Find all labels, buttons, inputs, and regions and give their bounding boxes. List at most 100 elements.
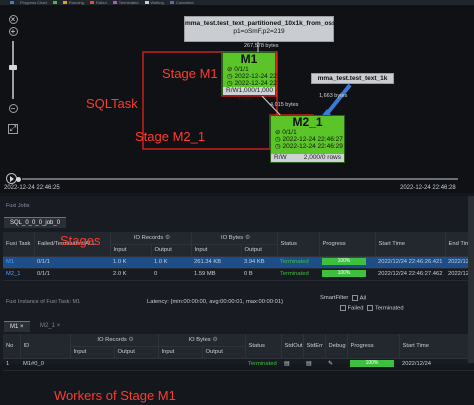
legend-item-1 (10, 1, 14, 4)
close-icon[interactable]: × (57, 323, 61, 329)
checkbox-icon[interactable] (367, 305, 374, 311)
cell-start-time: 2022/12/24 22:46:26.421 (375, 256, 445, 269)
checkbox-icon[interactable] (340, 305, 346, 311)
table-row[interactable]: M1 0/1/1 1.0 K 1.0 K 261.34 KB 3.94 KB T… (3, 256, 474, 269)
annotation-stages: Stages (60, 233, 101, 248)
filter-failed[interactable]: Failed (340, 305, 363, 312)
cell-records-output (114, 358, 158, 371)
col-io-bytes: IO Bytes ⚙ (158, 334, 246, 347)
cell-progress: 100% (319, 256, 375, 269)
progress-bar: 100% (350, 360, 394, 368)
filter-all[interactable]: All (352, 295, 366, 302)
col-io-records: IO Records ⚙ (70, 334, 159, 347)
stdout-icon[interactable]: ▤ (281, 358, 303, 371)
col-stdout: StdOut (281, 334, 304, 359)
col-start-time: Start Time (375, 232, 446, 257)
col-progress: Progress (347, 334, 400, 359)
legend-item-3 (52, 1, 57, 4)
timeline-end-time: 2022-12-24 22:46:28 (400, 185, 456, 191)
cell-start-time: 2022/12/24 22:46:27.462 (375, 268, 445, 281)
input-table-tooltip: mma_test.test_text_1k (311, 73, 394, 84)
col-status: Status (245, 334, 282, 359)
progress-bar: 100% (322, 270, 366, 278)
timeline-track[interactable] (22, 178, 458, 180)
fuxi-jobs-title: Fuxi Jobs (6, 203, 30, 209)
col-records-input: Input (70, 346, 115, 359)
table-row[interactable]: 1 M1#0_0 Terminated ▤ ▤ ✎ 100% 2022/12/2… (3, 358, 474, 371)
table-row[interactable]: M2_1 0/1/1 2.0 K 0 1.59 MB 0 B Terminate… (3, 268, 474, 281)
col-progress: Progress (319, 232, 376, 257)
edge-label-source-m1: 267,578 bytes (244, 43, 279, 49)
debug-icon[interactable]: ✎ (325, 358, 347, 371)
col-bytes-output: Output (241, 244, 278, 257)
annotation-stage-m1: Stage M1 (162, 66, 218, 81)
task-node-m1[interactable]: M1 ⊘ 0/1/1 ◷ 2022-12-24 22:46:25 ◷ 2022-… (222, 52, 295, 102)
annotation-sqltask: SQLTask (86, 96, 138, 111)
task-node-m2[interactable]: M2_1 ⊘ 0/1/1 ◷ 2022-12-24 22:46:27 ◷ 202… (270, 115, 345, 163)
col-no: No (3, 334, 21, 359)
cell-records-input: 1.0 K (110, 256, 151, 269)
col-id: ID (20, 334, 71, 359)
cell-records-input: 2.0 K (110, 268, 151, 281)
col-start-time: Start Time (399, 334, 474, 359)
cell-progress: 100% (319, 268, 375, 281)
annotation-stage-m2: Stage M2_1 (135, 129, 206, 144)
col-bytes-output: Output (202, 346, 246, 359)
tab-job[interactable]: SQL_0_0_0_job_0 (4, 217, 67, 228)
scrollbar[interactable] (468, 196, 474, 363)
timeline-thumb[interactable] (16, 177, 21, 182)
col-bytes-input: Input (158, 346, 203, 359)
task-link[interactable]: M1 (3, 256, 34, 269)
col-records-input: Input (110, 244, 152, 257)
tab-m2[interactable]: M2_1 × (34, 321, 66, 332)
col-records-output: Output (151, 244, 192, 257)
col-bytes-input: Input (191, 244, 242, 257)
checkbox-icon[interactable] (352, 295, 359, 301)
cell-ratio: 0/1/1 (34, 268, 110, 281)
cell-id: M1#0_0 (20, 358, 70, 371)
smart-filter: SmartFilter All (320, 295, 366, 302)
tab-m1[interactable]: M1 × (4, 321, 30, 332)
settings-icon[interactable]: ⚙ (165, 235, 170, 241)
fuxi-instance-title: Fuxi Instance of Fuxi Task: M1 (6, 299, 81, 305)
dag-graph-panel[interactable]: × + − ⤢ mma_test.test_text_partitioned_1… (0, 5, 474, 193)
status-badge: Terminated (277, 256, 319, 269)
cell-records-input (70, 358, 114, 371)
cell-bytes-input (158, 358, 202, 371)
col-stderr: StdErr (303, 334, 326, 359)
annotation-workers: Workers of Stage M1 (54, 388, 176, 403)
source-table-tooltip: mma_test.test_text_partitioned_10x1k_fro… (184, 16, 343, 42)
filter-terminated[interactable]: Terminated (367, 305, 404, 312)
col-fuxi-task: Fuxi Task (3, 232, 35, 257)
cell-bytes-input: 1.59 MB (191, 268, 241, 281)
progress-bar: 100% (322, 258, 366, 266)
smart-filter-status: Failed Terminated (340, 305, 404, 312)
edge-label-table-m2: 1,663 bytes (319, 93, 348, 99)
cell-bytes-input: 261.34 KB (191, 256, 241, 269)
col-io-bytes: IO Bytes ⚙ (191, 232, 278, 245)
edge-table-m2 (324, 83, 352, 117)
cell-records-output: 1.0 K (151, 256, 191, 269)
cell-records-output: 0 (151, 268, 191, 281)
status-badge: Terminated (245, 358, 281, 371)
cell-bytes-output: 0 B (241, 268, 277, 281)
cell-ratio: 0/1/1 (34, 256, 110, 269)
task-link[interactable]: M2_1 (3, 268, 34, 281)
settings-icon[interactable]: ⚙ (245, 235, 250, 241)
settings-icon[interactable]: ⚙ (128, 337, 133, 343)
col-status: Status (277, 232, 320, 257)
latency-text: Latency: {min:00:00:00, avg:00:00:01, ma… (147, 299, 284, 305)
cell-bytes-output: 3.94 KB (241, 256, 277, 269)
settings-icon[interactable]: ⚙ (212, 337, 217, 343)
cell-progress: 100% (347, 358, 399, 371)
col-io-records: IO Records ⚙ (110, 232, 192, 245)
close-icon[interactable]: × (20, 324, 24, 330)
col-records-output: Output (114, 346, 159, 359)
edge-label-m1-m2: 4,015 bytes (270, 102, 299, 108)
cell-bytes-output (202, 358, 245, 371)
stderr-icon[interactable]: ▤ (303, 358, 325, 371)
cell-start-time: 2022/12/24 (399, 358, 474, 371)
timeline-start-time: 2022-12-24 22:46:25 (4, 185, 60, 191)
fuxi-instance-table: No ID IO Records ⚙ IO Bytes ⚙ Status Std… (3, 334, 474, 371)
smart-filter-label: SmartFilter (320, 295, 349, 302)
